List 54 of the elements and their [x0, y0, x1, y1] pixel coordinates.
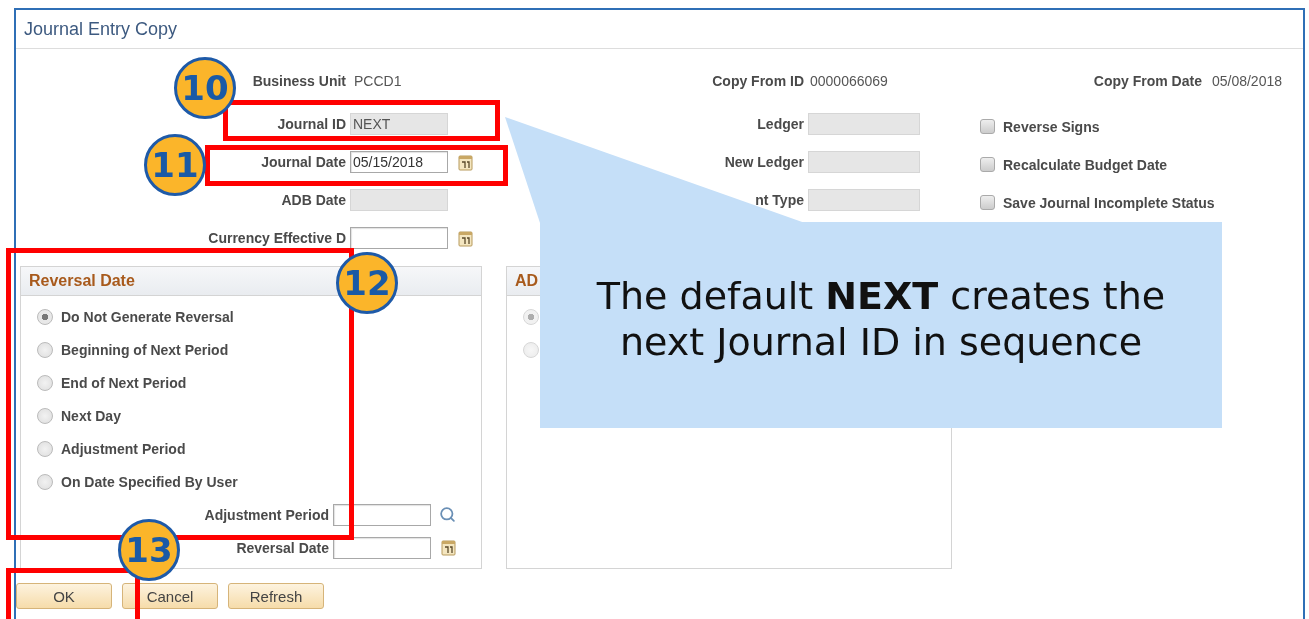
input-field[interactable]: 05/15/2018	[350, 151, 448, 173]
field-label: Reversal Date	[236, 539, 329, 556]
radio-button[interactable]	[523, 341, 539, 358]
radio-label: Beginning of Next Period	[61, 341, 229, 358]
input-field[interactable]	[333, 503, 431, 526]
action-button[interactable]: Cancel	[122, 583, 218, 609]
checkbox-label: Save Journal Incomplete Status	[1003, 194, 1215, 211]
checkbox[interactable]	[980, 157, 995, 172]
checkbox[interactable]	[980, 119, 995, 134]
field-label: nt Type	[755, 192, 804, 208]
input-field[interactable]	[333, 536, 431, 559]
field-label: ADB Date	[281, 192, 346, 208]
field-label: Journal Date	[261, 154, 346, 170]
field-label: Ledger	[757, 116, 804, 132]
field-label: Copy From ID	[712, 73, 804, 89]
radio-button[interactable]	[37, 341, 53, 358]
step-badge: 10	[174, 57, 236, 119]
field-value: 05/08/2018	[1211, 73, 1282, 89]
radio-label: On Date Specified By User	[61, 473, 238, 490]
calendar-icon[interactable]	[458, 229, 473, 247]
field-value: PCCD1	[354, 73, 402, 89]
action-button[interactable]: Refresh	[228, 583, 324, 609]
radio-button[interactable]	[37, 407, 53, 424]
panel-title: Reversal Date	[29, 272, 135, 290]
radio-label: Next Day	[61, 407, 121, 424]
step-badge: 13	[118, 519, 180, 581]
checkbox-label: Reverse Signs	[1003, 118, 1100, 135]
step-badge: 11	[144, 134, 206, 196]
field-label: Adjustment Period	[204, 506, 329, 523]
radio-button[interactable]	[37, 440, 53, 457]
radio-button[interactable]	[37, 374, 53, 391]
field-label: Currency Effective D	[208, 230, 346, 246]
search-icon[interactable]	[439, 506, 456, 523]
panel-title: AD	[515, 272, 539, 290]
window-title: Journal Entry Copy	[24, 18, 178, 40]
radio-button[interactable]	[523, 308, 539, 325]
radio-label: Adjustment Period	[61, 440, 186, 457]
calendar-icon[interactable]	[441, 539, 456, 556]
checkbox[interactable]	[980, 195, 995, 210]
field-value: 0000066069	[810, 73, 888, 89]
input-field[interactable]	[350, 227, 448, 249]
radio-button[interactable]	[37, 308, 53, 325]
checkbox-label: Recalculate Budget Date	[1003, 156, 1168, 173]
field-label: Journal ID	[277, 116, 346, 132]
callout-text: The default NEXT creates the next Journal ID in sequence	[595, 274, 1167, 366]
action-button[interactable]: OK	[16, 583, 112, 609]
radio-label: Do Not Generate Reversal	[61, 308, 234, 325]
radio-button[interactable]	[37, 473, 53, 490]
field-label: Business Unit	[252, 73, 346, 89]
field-label: Copy From Date	[1093, 73, 1202, 89]
field-label: New Ledger	[724, 154, 804, 170]
radio-label: End of Next Period	[61, 374, 187, 391]
step-badge: 12	[336, 252, 398, 314]
calendar-icon[interactable]	[458, 153, 473, 171]
